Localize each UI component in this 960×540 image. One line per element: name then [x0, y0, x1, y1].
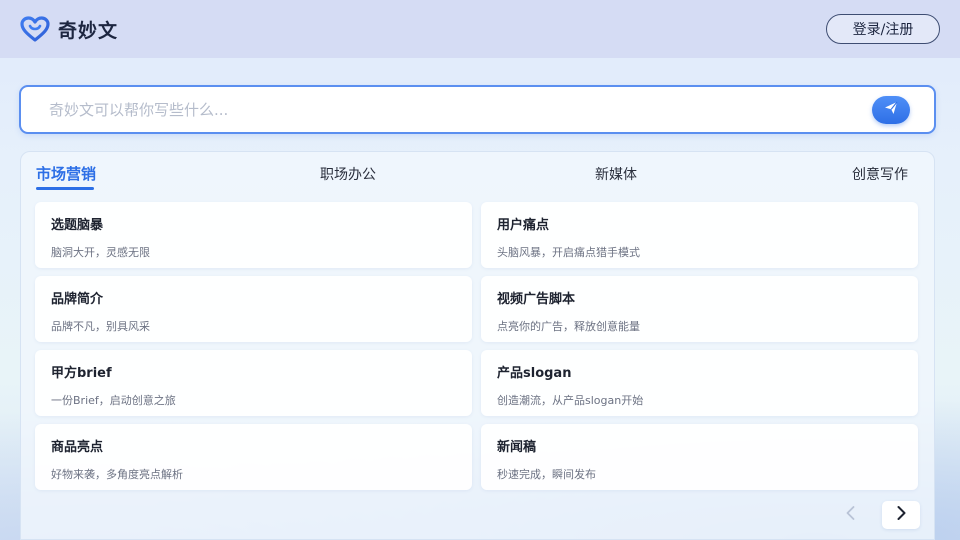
- brand[interactable]: 奇妙文: [20, 16, 118, 43]
- template-card-topic-brainstorm[interactable]: 选题脑暴 脑洞大开，灵感无限: [35, 202, 472, 268]
- template-card-product-slogan[interactable]: 产品slogan 创造潮流，从产品slogan开始: [481, 350, 918, 416]
- card-title: 产品slogan: [497, 366, 572, 381]
- chevron-left-icon: [844, 505, 858, 525]
- template-card-video-ad-script[interactable]: 视频广告脚本 点亮你的广告，释放创意能量: [481, 276, 918, 342]
- card-title: 商品亮点: [51, 440, 104, 455]
- tab-office[interactable]: 职场办公: [320, 164, 376, 184]
- card-description: 好物来袭，多角度亮点解析: [51, 468, 183, 481]
- card-title: 用户痛点: [497, 218, 550, 233]
- template-card-brand-intro[interactable]: 品牌简介 品牌不凡，别具风采: [35, 276, 472, 342]
- card-title: 品牌简介: [51, 292, 104, 307]
- tab-new-media[interactable]: 新媒体: [595, 164, 637, 184]
- card-description: 脑洞大开，灵感无限: [51, 246, 150, 259]
- card-title: 选题脑暴: [51, 218, 104, 233]
- card-description: 头脑风暴，开启痛点猎手模式: [497, 246, 640, 259]
- prev-page-button[interactable]: [832, 501, 870, 529]
- send-plane-icon: [883, 100, 899, 120]
- card-description: 一份Brief，启动创意之旅: [51, 394, 176, 407]
- prompt-input-box: [19, 85, 936, 134]
- template-card-press-release[interactable]: 新闻稿 秒速完成，瞬间发布: [481, 424, 918, 490]
- tab-marketing[interactable]: 市场营销: [36, 163, 96, 184]
- send-button[interactable]: [872, 95, 910, 124]
- card-title: 甲方brief: [51, 366, 112, 381]
- top-header: 奇妙文 登录/注册: [0, 0, 960, 58]
- logo-heart-icon: [20, 16, 50, 42]
- template-card-client-brief[interactable]: 甲方brief 一份Brief，启动创意之旅: [35, 350, 472, 416]
- login-register-button[interactable]: 登录/注册: [826, 14, 940, 44]
- card-description: 点亮你的广告，释放创意能量: [497, 320, 640, 333]
- brand-name: 奇妙文: [58, 19, 119, 42]
- prompt-input[interactable]: [49, 100, 872, 119]
- tab-creative-writing[interactable]: 创意写作: [852, 164, 908, 184]
- active-tab-indicator: [36, 187, 94, 190]
- next-page-button[interactable]: [882, 501, 920, 529]
- chevron-right-icon: [894, 505, 908, 525]
- card-description: 品牌不凡，别具风采: [51, 320, 150, 333]
- template-card-user-pain-points[interactable]: 用户痛点 头脑风暴，开启痛点猎手模式: [481, 202, 918, 268]
- card-description: 创造潮流，从产品slogan开始: [497, 394, 644, 407]
- template-card-product-highlights[interactable]: 商品亮点 好物来袭，多角度亮点解析: [35, 424, 472, 490]
- card-title: 视频广告脚本: [497, 292, 576, 307]
- card-title: 新闻稿: [497, 440, 537, 455]
- card-description: 秒速完成，瞬间发布: [497, 468, 596, 481]
